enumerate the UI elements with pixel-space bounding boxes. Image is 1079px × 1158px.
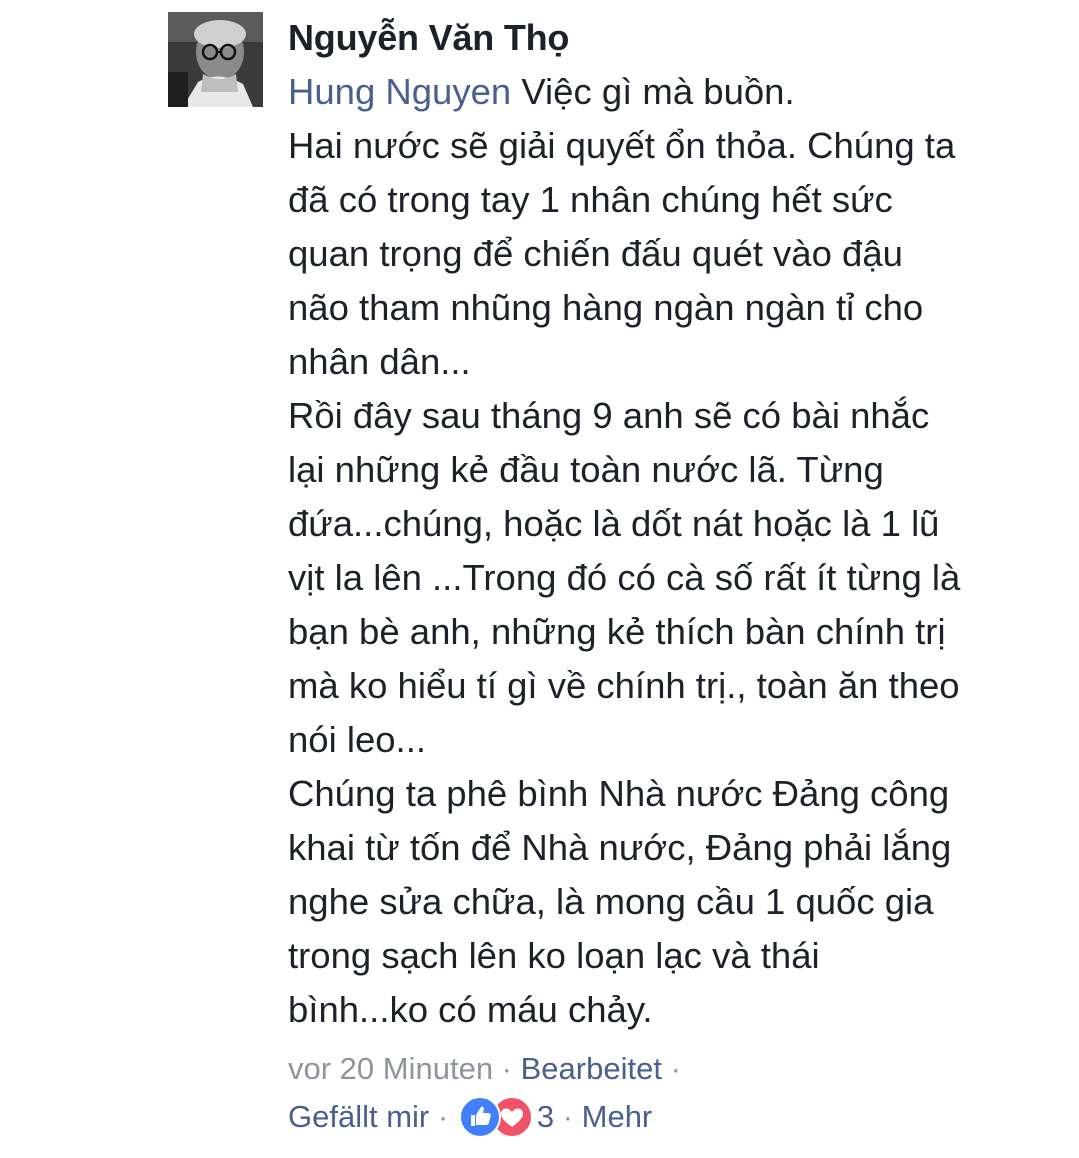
comment-line: đứa...chúng, hoặc là dốt nát hoặc là 1 l… [288,503,940,544]
comment-line: Chúng ta phê bình Nhà nước Đảng công [288,773,950,814]
comment-line: Hung Nguyen Việc gì mà buồn. [288,71,795,112]
reaction-count[interactable]: 3 [537,1099,554,1134]
timestamp[interactable]: vor 20 Minuten [288,1051,493,1086]
more-button[interactable]: Mehr [582,1099,653,1134]
comment-line: Rồi đây sau tháng 9 anh sẽ có bài nhắc [288,395,930,436]
comment-content: Nguyễn Văn Thọ Hung Nguyen Việc gì mà bu… [288,12,1068,1141]
comment-line: quan trọng để chiến đấu quét vào đậu [288,233,903,274]
avatar[interactable] [168,12,263,107]
comment-line: não tham nhũng hàng ngàn ngàn tỉ cho [288,287,924,328]
edited-link[interactable]: Bearbeitet [521,1051,662,1086]
comment-line: nghe sửa chữa, là mong cầu 1 quốc gia [288,881,934,922]
like-button[interactable]: Gefällt mir [288,1099,429,1134]
separator: · [429,1099,457,1134]
reactions[interactable] [458,1095,533,1138]
comment-line: Hai nước sẽ giải quyết ổn thỏa. Chúng ta [288,125,956,166]
author-name[interactable]: Nguyễn Văn Thọ [288,12,1068,64]
comment-line: bình...ko có máu chảy. [288,989,653,1030]
comment: Nguyễn Văn Thọ Hung Nguyen Việc gì mà bu… [168,12,1068,1152]
comment-line: đã có trong tay 1 nhân chúng hết sức [288,179,893,220]
comment-line: nói leo... [288,719,426,760]
comment-line: trong sạch lên ko loạn lạc và thái [288,935,820,976]
separator: · [493,1051,521,1086]
comment-line: nhân dân... [288,341,471,382]
mention-link[interactable]: Hung Nguyen [288,71,511,112]
comment-line: lại những kẻ đầu toàn nước lã. Từng [288,449,884,490]
comment-text: Hung Nguyen Việc gì mà buồn. Hai nước sẽ… [288,65,1068,1037]
comment-line: bạn bè anh, những kẻ thích bàn chính trị [288,611,946,652]
comment-line: vịt la lên ...Trong đó có cà số rất ít t… [288,557,961,598]
comment-line: mà ko hiểu tí gì về chính trị., toàn ăn … [288,665,960,706]
separator: · [554,1099,582,1134]
meta-row-time: vor 20 Minuten · Bearbeitet · [288,1045,1068,1093]
meta-row-actions: Gefällt mir · 3 · Mehr [288,1093,1068,1141]
avatar-photo [168,12,263,107]
like-icon [458,1095,501,1138]
comment-line: khai từ tốn để Nhà nước, Đảng phải lắng [288,827,952,868]
separator: · [661,1051,681,1086]
comment-meta: vor 20 Minuten · Bearbeitet · Gefällt mi… [288,1045,1068,1141]
